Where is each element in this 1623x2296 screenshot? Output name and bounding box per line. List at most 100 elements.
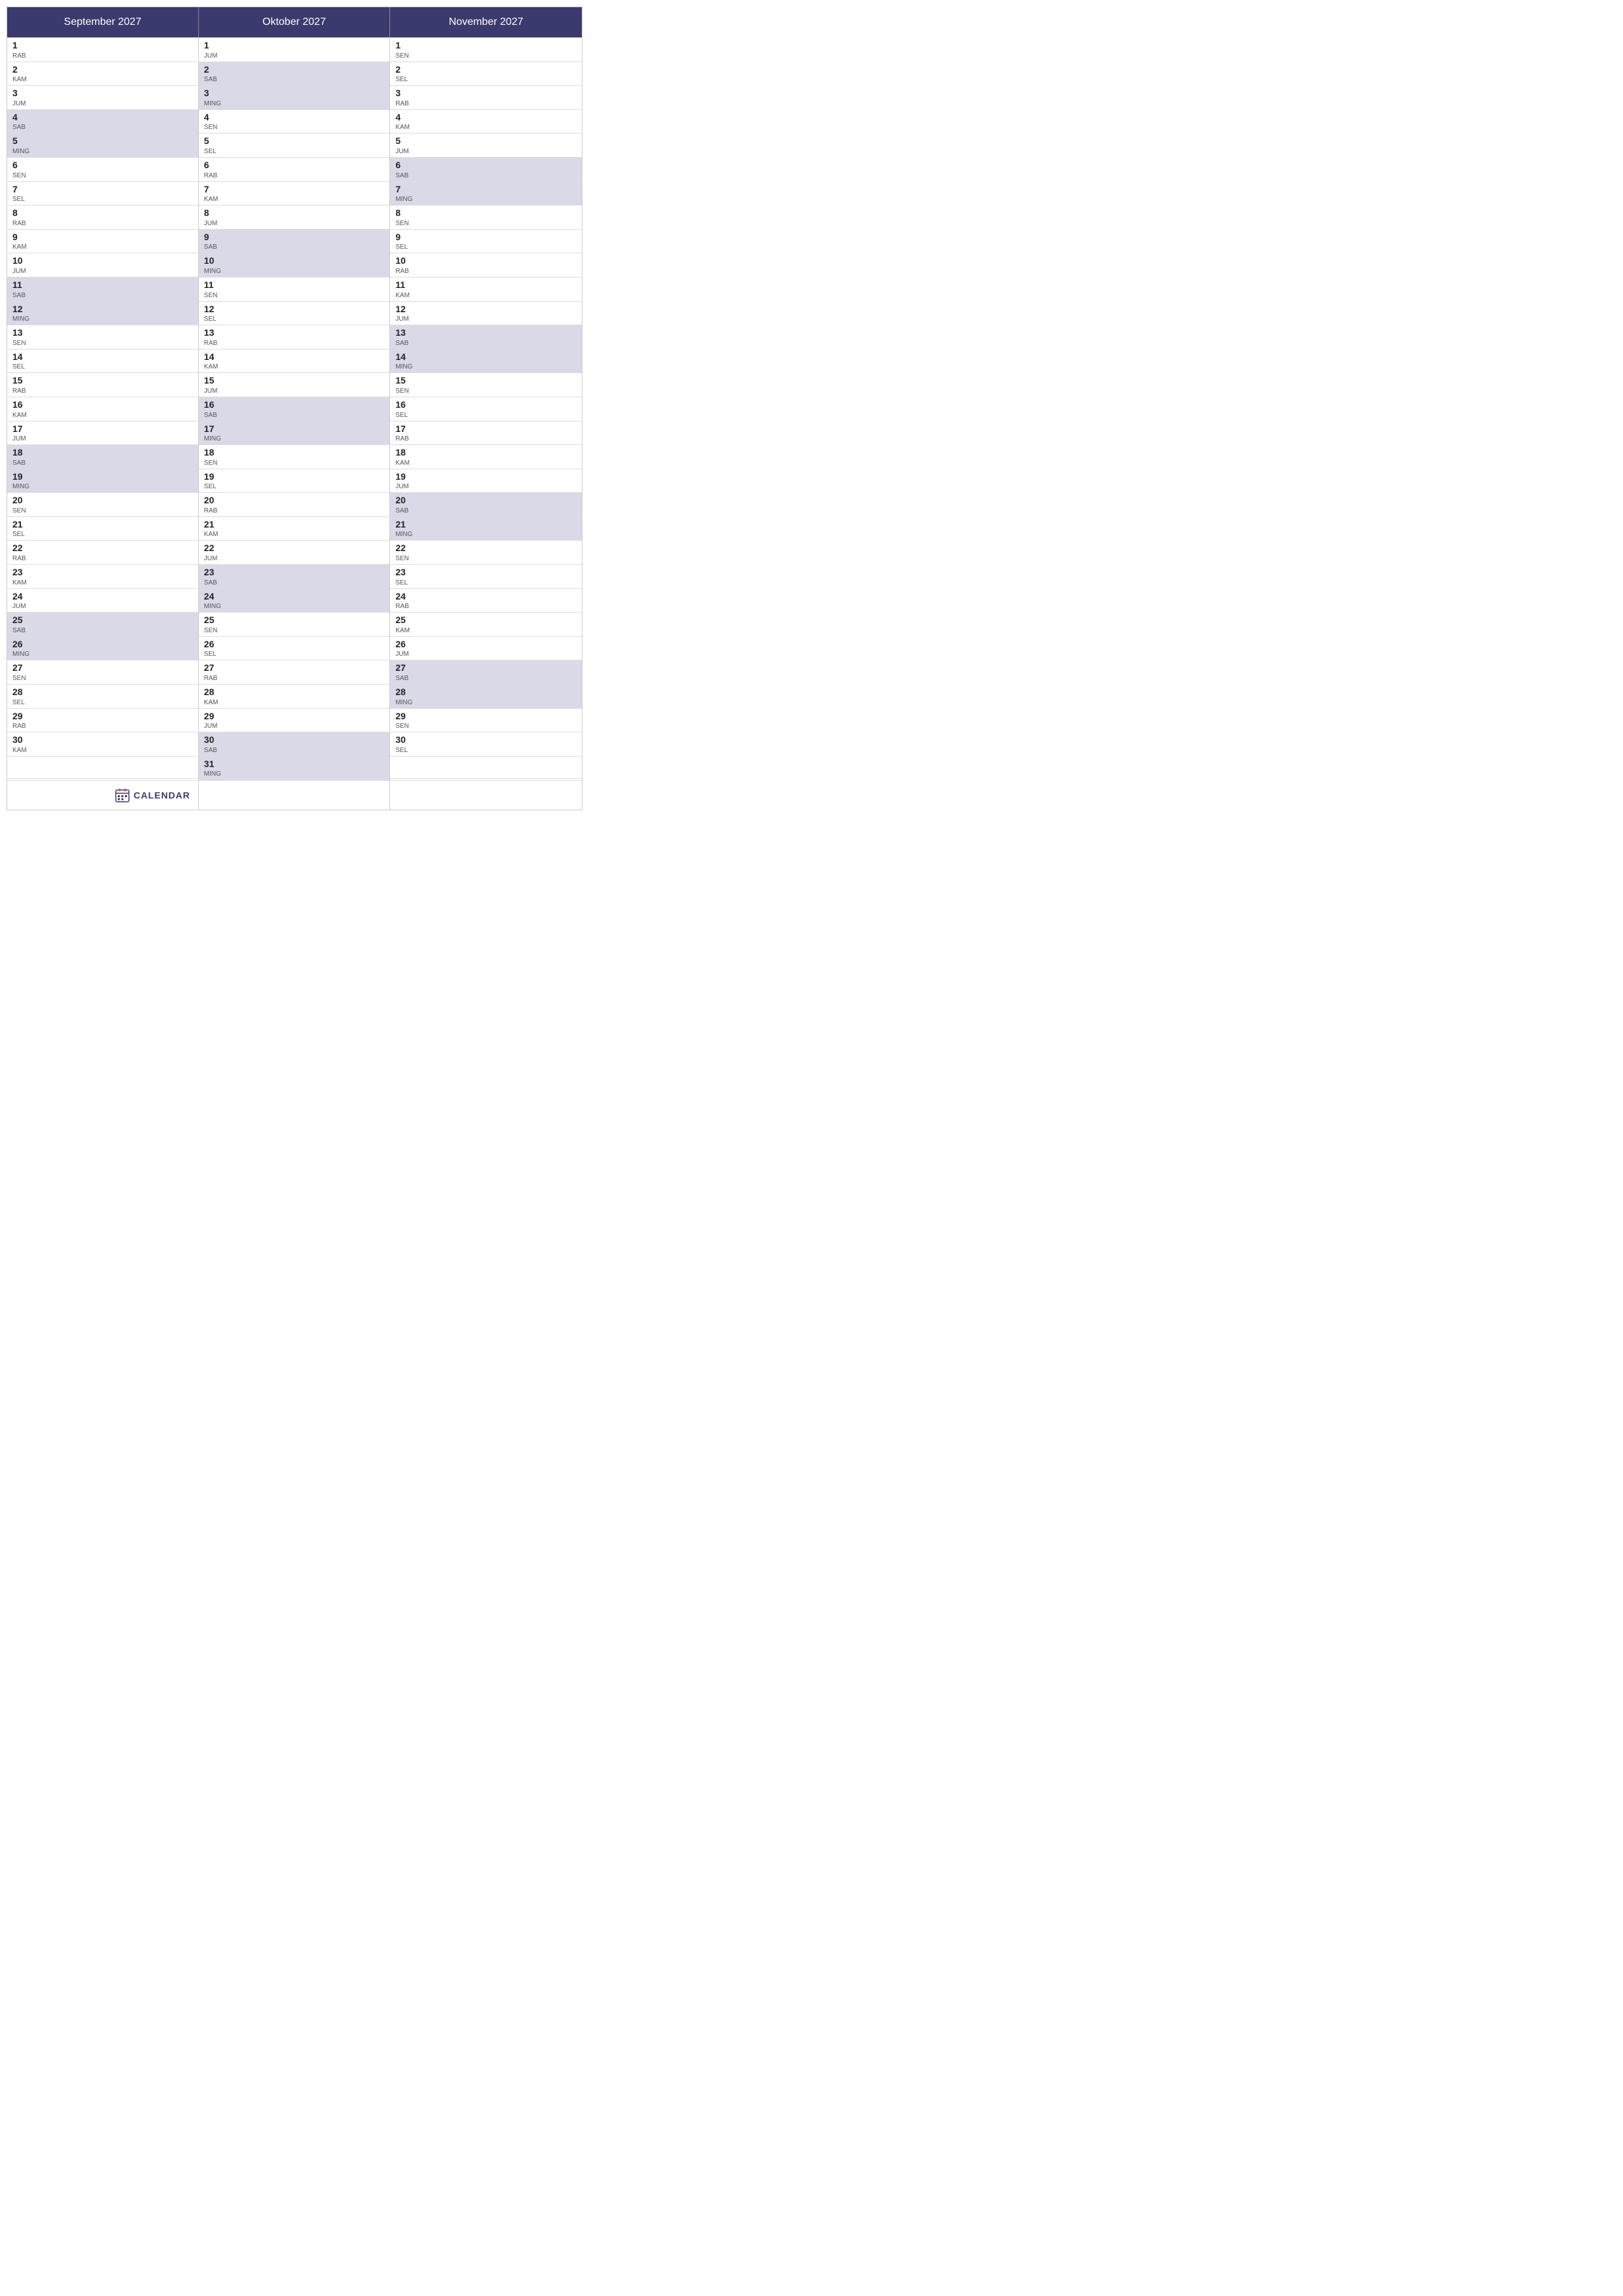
day-name: MING xyxy=(395,699,577,707)
day-name: JUM xyxy=(395,651,577,658)
day-name: SAB xyxy=(395,340,577,348)
day-name: SAB xyxy=(12,124,193,132)
day-number: 13 xyxy=(12,327,193,340)
day-cell: 14SEL xyxy=(7,350,198,374)
day-cell: 11KAM xyxy=(390,278,582,302)
day-cell: 1JUM xyxy=(199,38,390,62)
day-name: RAB xyxy=(204,675,385,683)
footer: CALENDAR xyxy=(7,780,582,810)
day-cell: 20RAB xyxy=(199,493,390,517)
day-cell: 12MING xyxy=(7,302,198,326)
day-number: 5 xyxy=(12,135,193,148)
day-number: 3 xyxy=(12,87,193,100)
empty-cell xyxy=(390,757,582,779)
day-name: SEN xyxy=(395,220,577,228)
day-cell: 10RAB xyxy=(390,253,582,278)
day-number: 11 xyxy=(12,279,193,292)
day-cell: 21MING xyxy=(390,517,582,541)
day-name: RAB xyxy=(395,603,577,611)
day-number: 16 xyxy=(12,399,193,412)
day-cell: 7KAM xyxy=(199,182,390,206)
day-cell: 17JUM xyxy=(7,422,198,446)
day-number: 23 xyxy=(395,566,577,579)
day-cell: 30KAM xyxy=(7,732,198,757)
day-name: KAM xyxy=(12,579,193,587)
day-cell: 24RAB xyxy=(390,589,582,613)
day-name: SAB xyxy=(204,579,385,587)
day-number: 19 xyxy=(395,471,577,484)
day-name: KAM xyxy=(12,412,193,420)
day-number: 27 xyxy=(12,662,193,675)
day-name: JUM xyxy=(204,52,385,60)
day-name: KAM xyxy=(12,243,193,251)
day-number: 22 xyxy=(204,542,385,555)
day-name: MING xyxy=(204,435,385,443)
day-name: SEL xyxy=(12,531,193,539)
day-number: 21 xyxy=(204,518,385,531)
day-cell: 14KAM xyxy=(199,350,390,374)
day-cell: 6SAB xyxy=(390,158,582,182)
day-name: MING xyxy=(204,603,385,611)
day-cell: 22RAB xyxy=(7,541,198,565)
day-name: MING xyxy=(12,315,193,323)
day-name: SEN xyxy=(395,52,577,60)
day-name: SAB xyxy=(12,292,193,300)
day-cell: 19SEL xyxy=(199,469,390,493)
day-number: 28 xyxy=(204,686,385,699)
day-number: 20 xyxy=(204,494,385,507)
day-cell: 15RAB xyxy=(7,373,198,397)
day-number: 5 xyxy=(204,135,385,148)
day-number: 13 xyxy=(395,327,577,340)
day-number: 3 xyxy=(395,87,577,100)
day-number: 9 xyxy=(12,231,193,244)
day-number: 25 xyxy=(12,614,193,627)
day-cell: 14MING xyxy=(390,350,582,374)
day-cell: 3MING xyxy=(199,86,390,110)
day-cell: 17RAB xyxy=(390,422,582,446)
day-number: 2 xyxy=(12,63,193,77)
day-cell: 4KAM xyxy=(390,110,582,134)
month-col-2: 1SEN2SEL3RAB4KAM5JUM6SAB7MING8SEN9SEL10R… xyxy=(390,38,582,780)
day-name: RAB xyxy=(12,723,193,730)
day-cell: 16SAB xyxy=(199,397,390,422)
day-number: 20 xyxy=(12,494,193,507)
day-number: 18 xyxy=(12,446,193,459)
day-name: SEN xyxy=(204,124,385,132)
day-name: KAM xyxy=(12,76,193,84)
day-number: 22 xyxy=(12,542,193,555)
day-cell: 5MING xyxy=(7,134,198,158)
day-number: 8 xyxy=(204,207,385,220)
day-number: 1 xyxy=(12,39,193,52)
day-number: 20 xyxy=(395,494,577,507)
day-cell: 29RAB xyxy=(7,709,198,733)
day-name: MING xyxy=(12,483,193,491)
day-name: MING xyxy=(395,531,577,539)
day-cell: 10MING xyxy=(199,253,390,278)
day-cell: 6RAB xyxy=(199,158,390,182)
day-name: KAM xyxy=(204,699,385,707)
day-cell: 23SAB xyxy=(199,565,390,589)
day-cell: 19JUM xyxy=(390,469,582,493)
day-cell: 26SEL xyxy=(199,637,390,661)
day-cell: 29SEN xyxy=(390,709,582,733)
day-number: 7 xyxy=(395,183,577,196)
day-cell: 29JUM xyxy=(199,709,390,733)
day-name: RAB xyxy=(12,555,193,563)
day-cell: 2SEL xyxy=(390,62,582,86)
day-name: SAB xyxy=(395,675,577,683)
day-number: 9 xyxy=(204,231,385,244)
day-cell: 22JUM xyxy=(199,541,390,565)
day-cell: 27RAB xyxy=(199,660,390,685)
day-number: 22 xyxy=(395,542,577,555)
day-cell: 9SEL xyxy=(390,230,582,254)
day-name: SEN xyxy=(204,459,385,467)
day-cell: 26JUM xyxy=(390,637,582,661)
day-number: 24 xyxy=(12,590,193,603)
day-name: SEL xyxy=(12,699,193,707)
footer-col-0: CALENDAR xyxy=(7,781,199,810)
day-name: SEL xyxy=(12,196,193,204)
day-number: 17 xyxy=(204,423,385,436)
day-cell: 7SEL xyxy=(7,182,198,206)
day-number: 24 xyxy=(204,590,385,603)
day-number: 26 xyxy=(12,638,193,651)
